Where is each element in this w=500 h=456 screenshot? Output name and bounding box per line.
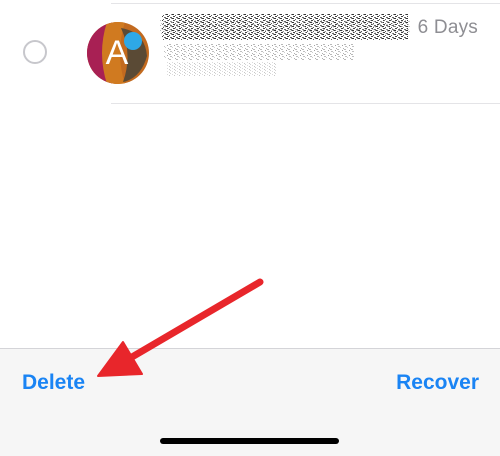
avatar: A [87, 22, 149, 84]
deleted-messages-list: A 6 Days [0, 0, 500, 348]
list-divider [111, 3, 500, 4]
select-circle-icon[interactable] [23, 40, 47, 64]
row-divider [111, 103, 500, 104]
home-indicator[interactable] [160, 438, 339, 444]
redacted-sender-preview [160, 14, 410, 76]
avatar-initial: A [105, 34, 129, 72]
time-remaining-label: 6 Days [417, 17, 478, 38]
bottom-toolbar: Delete Recover [0, 348, 500, 456]
delete-button[interactable]: Delete [22, 371, 85, 395]
recover-button[interactable]: Recover [396, 371, 479, 395]
